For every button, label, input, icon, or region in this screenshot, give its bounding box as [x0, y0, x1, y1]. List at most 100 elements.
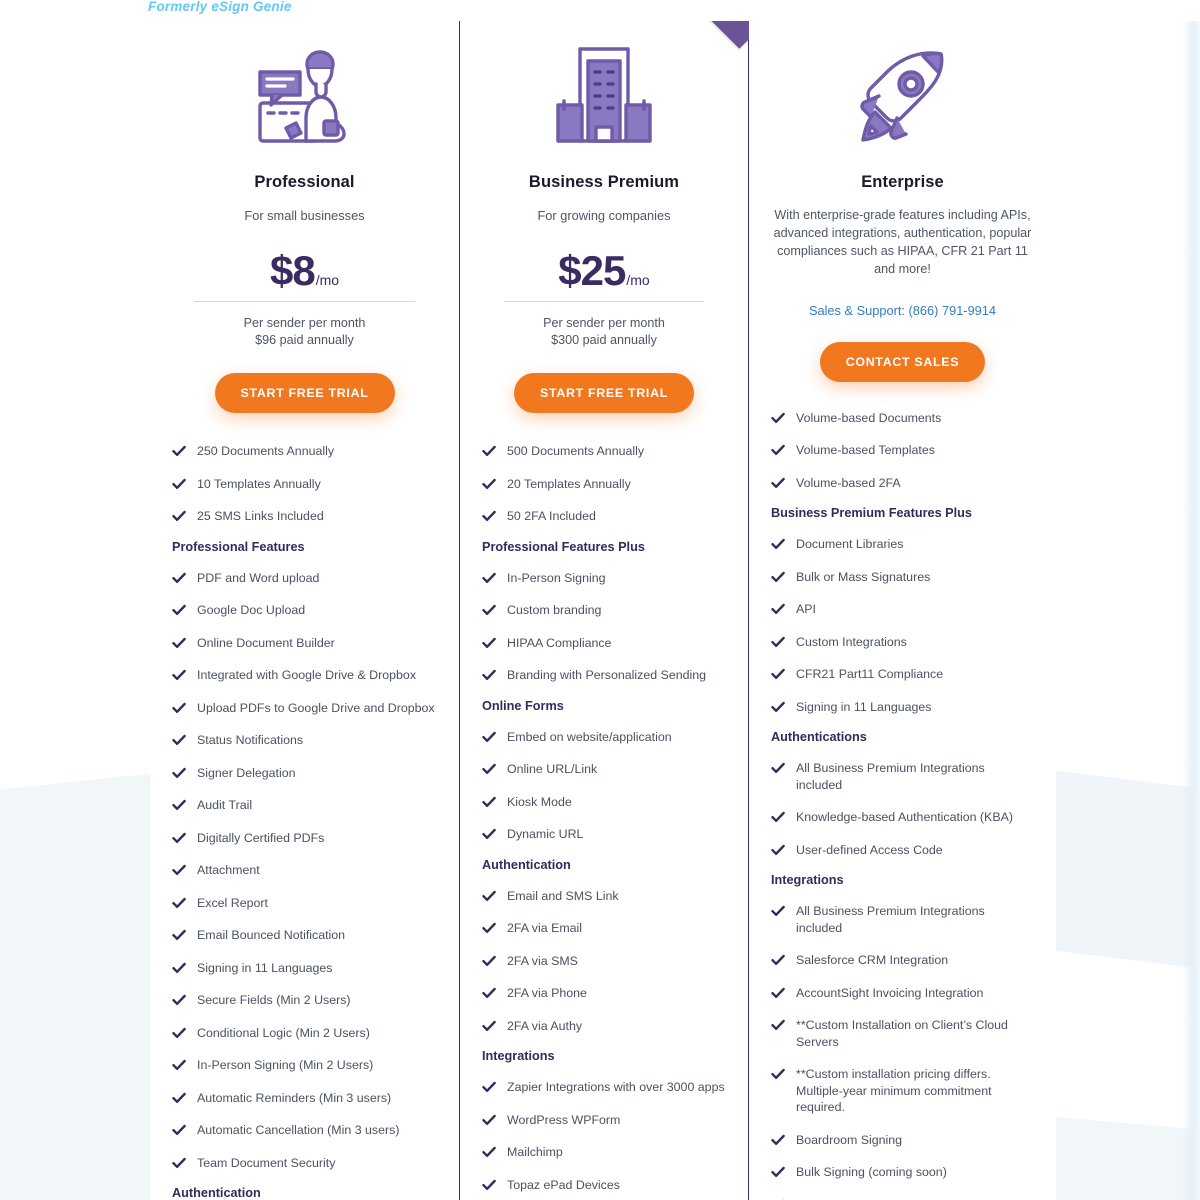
feature-item: Dynamic URL [482, 826, 726, 843]
feature-item-label: API [796, 602, 816, 616]
feature-item: AccountSight Invoicing Integration [771, 985, 1034, 1002]
feature-item-label: 250 Documents Annually [197, 444, 335, 458]
feature-item-label: Document Libraries [796, 537, 904, 551]
formerly-tagline: Formerly eSign Genie [148, 0, 292, 14]
plan-title: Professional [254, 173, 355, 191]
feature-item-label: PDF and Word upload [197, 570, 320, 585]
plan-card-business-premium[interactable]: BEST VALUE [459, 0, 749, 1200]
feature-item: 2FA via SMS [482, 953, 726, 970]
top-bar: Formerly eSign Genie [0, 0, 1200, 21]
feature-item-label: All Business Premium Integrations includ… [796, 904, 985, 935]
check-icon [172, 896, 186, 910]
check-icon [771, 810, 785, 824]
plan-card-enterprise[interactable]: Enterprise With enterprise-grade feature… [749, 21, 1056, 1200]
feature-item: Topaz ePad Devices [482, 1177, 726, 1194]
feature-group-heading: Authentication [482, 857, 571, 872]
check-icon [771, 700, 785, 714]
feature-item: 10 Templates Annually [172, 476, 437, 493]
feature-item: Branding with Personalized Sending [482, 667, 726, 684]
feature-item: Signing in 11 Languages [172, 960, 437, 977]
check-icon [771, 1133, 785, 1147]
check-icon [482, 795, 496, 809]
feature-item: 25 SMS Links Included [172, 508, 437, 525]
feature-item: **Custom installation pricing differs. M… [771, 1066, 1034, 1116]
check-icon [172, 701, 186, 715]
billing-note-line2: $300 paid annually [551, 333, 657, 347]
feature-item: 2FA via Email [482, 920, 726, 937]
feature-item-label: Email and SMS Link [507, 888, 619, 903]
feature-item: 2FA via Phone [482, 985, 726, 1002]
check-icon [482, 636, 496, 650]
feature-list-enterprise: Volume-based Documents Volume-based Templ… [771, 410, 1034, 1200]
sales-support-link[interactable]: Sales & Support: (866) 791-9914 [771, 303, 1034, 318]
feature-item-label: Automatic Cancellation (Min 3 users) [197, 1123, 400, 1137]
feature-item-label: Online Document Builder [197, 635, 335, 650]
feature-item: Document Libraries [771, 536, 1034, 553]
feature-item: Excel Report [172, 895, 437, 912]
plan-card-professional[interactable]: Professional For small businesses $8 /mo… [150, 21, 459, 1200]
start-free-trial-button[interactable]: START FREE TRIAL [514, 373, 694, 413]
feature-group-heading: Integrations [771, 873, 844, 887]
feature-item-label: Online URL/Link [507, 762, 598, 776]
billing-note-line1: Per sender per month [543, 316, 665, 330]
feature-item: Volume-based 2FA [771, 475, 1034, 492]
feature-item-label: 50 2FA Included [507, 509, 596, 523]
feature-group-heading: Integrations [482, 1049, 555, 1063]
check-icon [172, 961, 186, 975]
check-icon [482, 571, 496, 585]
feature-item-label: Bulk or Mass Signatures [796, 569, 931, 584]
feature-item: Bulk Sending [771, 1197, 1034, 1200]
support-agent-illustration [172, 33, 437, 163]
feature-item: Google Doc Upload [172, 602, 437, 619]
check-icon [482, 762, 496, 776]
check-icon [172, 1156, 186, 1170]
check-icon [771, 443, 785, 457]
feature-item-label: User-defined Access Code [796, 842, 943, 857]
feature-item-label: Boardroom Signing [796, 1132, 903, 1147]
check-icon [172, 1026, 186, 1040]
feature-group-heading: Authentications [771, 730, 867, 744]
feature-item: 20 Templates Annually [482, 476, 726, 493]
feature-item-label: HIPAA Compliance [507, 635, 612, 650]
plan-price: $25 /mo [482, 247, 726, 295]
feature-item-label: Attachment [197, 863, 260, 877]
rocket-illustration [771, 33, 1034, 163]
feature-item: Signer Delegation [172, 765, 437, 782]
check-icon [482, 1019, 496, 1033]
feature-item: Secure Fields (Min 2 Users) [172, 992, 437, 1009]
billing-note-line1: Per sender per month [243, 316, 366, 330]
contact-sales-button[interactable]: CONTACT SALES [819, 341, 986, 382]
feature-item: 50 2FA Included [482, 508, 726, 525]
price-period: /mo [315, 272, 340, 288]
feature-item: Automatic Cancellation (Min 3 users) [172, 1122, 437, 1139]
feature-item: Salesforce CRM Integration [771, 952, 1034, 969]
feature-group-heading: Professional Features [172, 539, 305, 554]
feature-item: Email and SMS Link [482, 888, 726, 905]
pricing-cards-row: Professional For small businesses $8 /mo… [150, 0, 1056, 1200]
feature-item: 2FA via Authy [482, 1018, 726, 1035]
feature-item: Boardroom Signing [771, 1132, 1034, 1149]
feature-item-label: Signer Delegation [197, 765, 296, 780]
check-icon [771, 476, 785, 490]
feature-item-label: Signing in 11 Languages [197, 960, 333, 975]
feature-item: Online Document Builder [172, 635, 437, 652]
feature-item-label: 2FA via SMS [507, 953, 578, 968]
check-icon [172, 1091, 186, 1105]
feature-item-label: Automatic Reminders (Min 3 users) [197, 1090, 392, 1105]
feature-group-heading: Online Forms [482, 698, 564, 713]
feature-item-label: Branding with Personalized Sending [507, 668, 707, 682]
feature-item: All Business Premium Integrations includ… [771, 903, 1034, 936]
feature-item: PDF and Word upload [172, 570, 437, 587]
feature-item: API [771, 601, 1034, 618]
feature-item-label: Audit Trail [197, 798, 253, 812]
feature-item-label: Custom Integrations [796, 634, 907, 649]
feature-item: 500 Documents Annually [482, 443, 726, 460]
start-free-trial-button[interactable]: START FREE TRIAL [214, 373, 395, 413]
feature-item-label: 2FA via Phone [507, 986, 587, 1000]
feature-item-label: 10 Templates Annually [197, 476, 321, 491]
feature-item: 250 Documents Annually [172, 443, 437, 460]
feature-item-label: Embed on website/application [507, 729, 672, 744]
check-icon [172, 863, 186, 877]
feature-item: Online URL/Link [482, 761, 726, 778]
feature-item: Integrated with Google Drive & Dropbox [172, 667, 437, 684]
